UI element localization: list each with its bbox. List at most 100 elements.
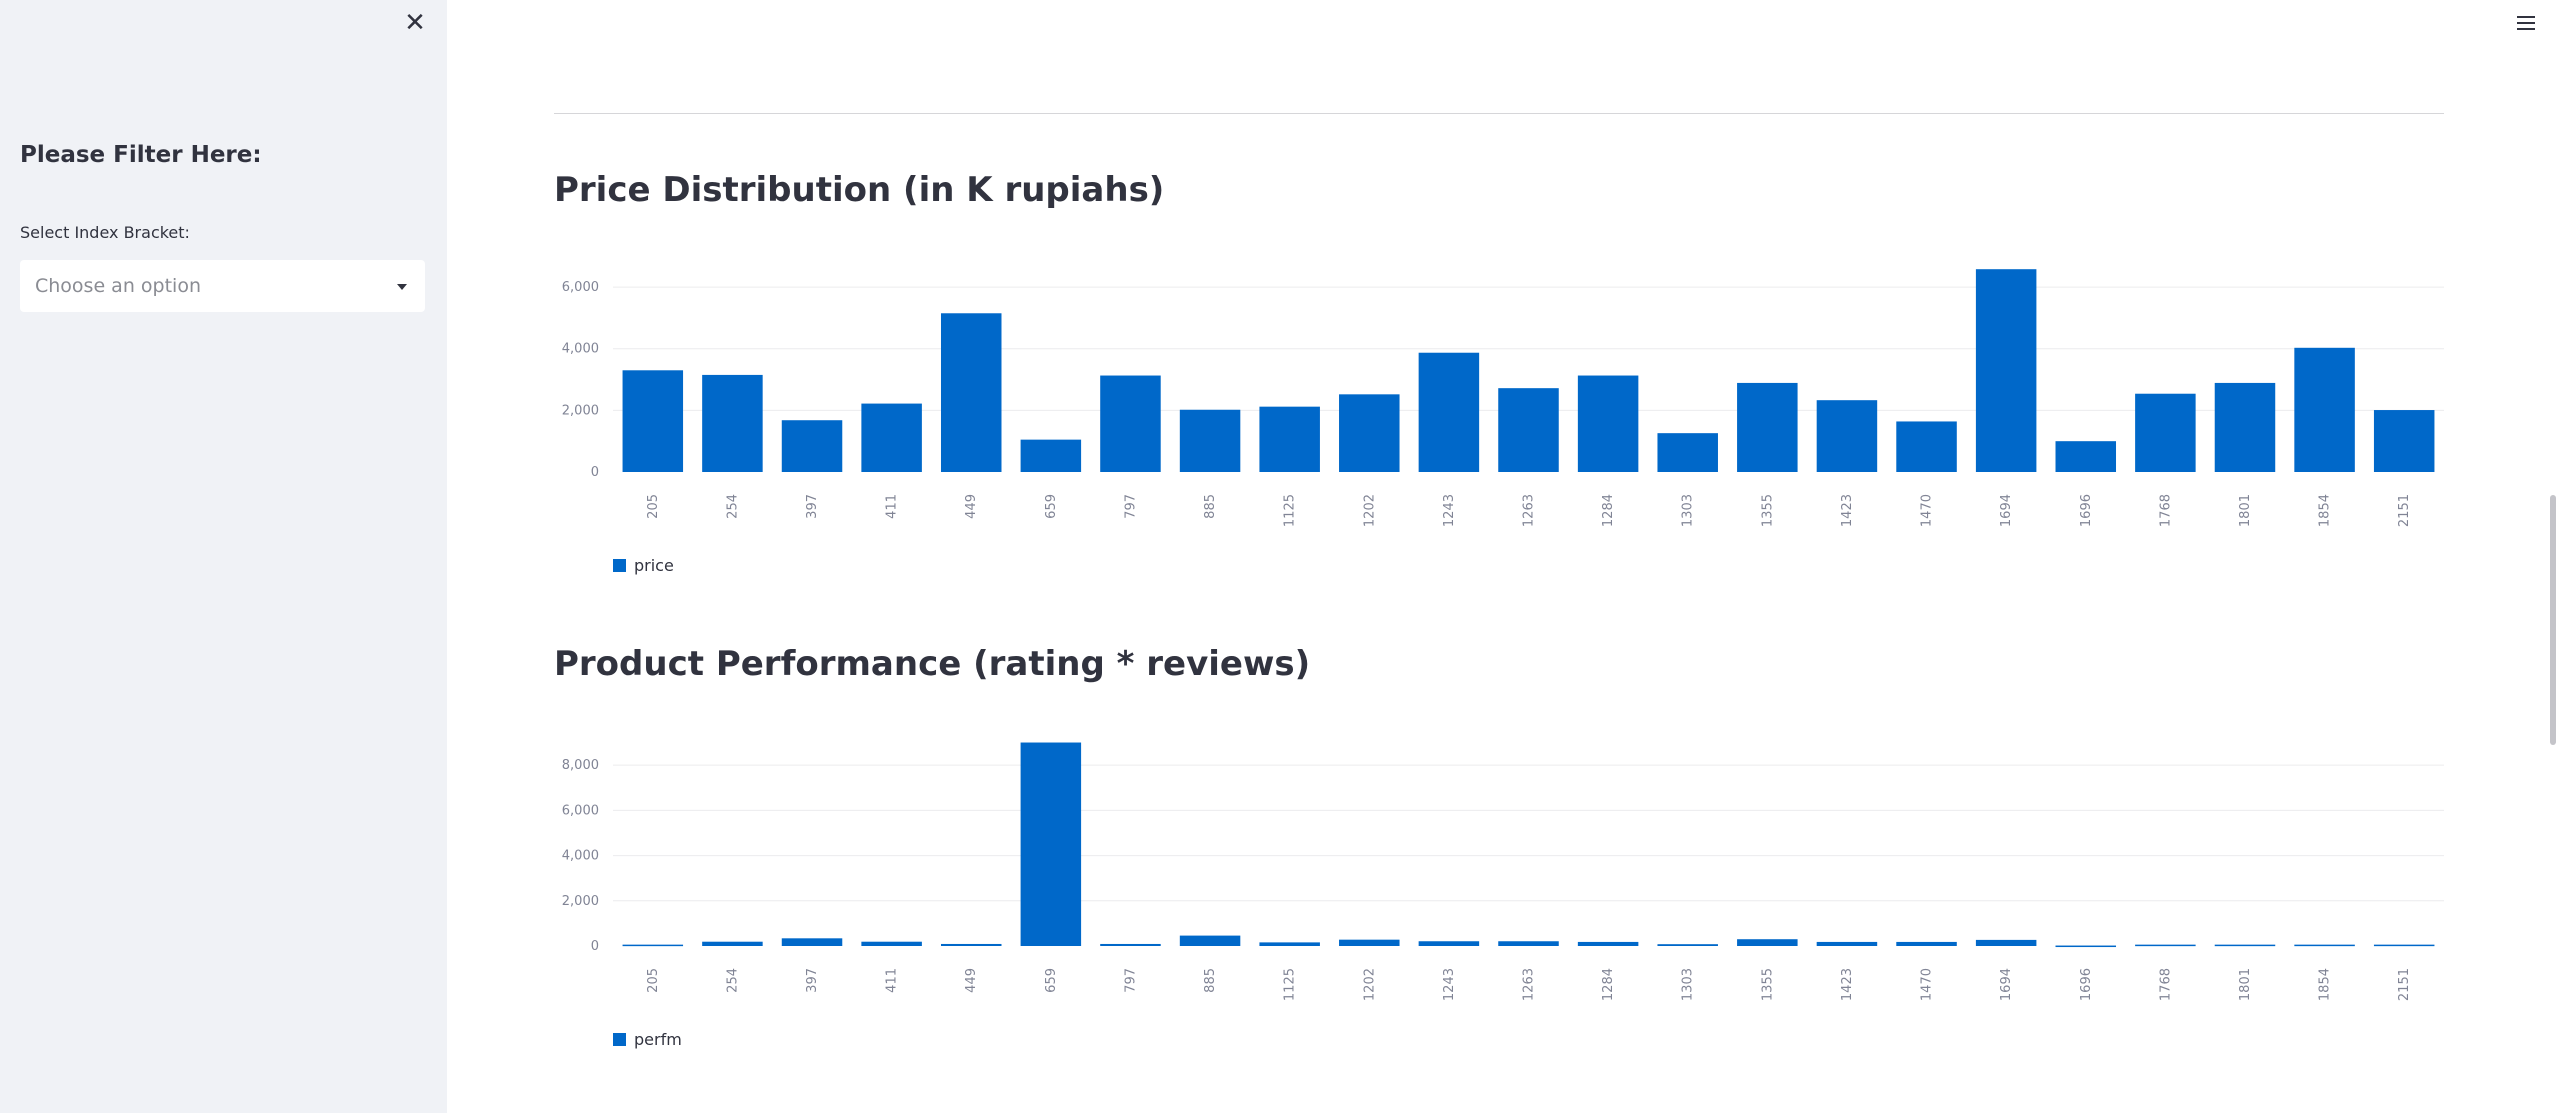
x-tick-label: 1801 — [2238, 494, 2253, 527]
bar — [1577, 941, 1639, 946]
bar — [1975, 269, 2037, 472]
x-tick-label: 411 — [885, 968, 900, 993]
x-tick-label: 1423 — [1840, 968, 1855, 1001]
chevron-down-icon[interactable] — [397, 284, 407, 290]
bar — [2214, 944, 2276, 947]
legend-label: perfm — [634, 1030, 682, 1049]
y-tick-label: 8,000 — [562, 758, 599, 773]
x-tick-label: 397 — [805, 968, 820, 993]
bar — [1498, 941, 1559, 946]
x-tick-label: 1854 — [2318, 968, 2333, 1001]
bar — [702, 374, 763, 472]
bar — [1100, 943, 1161, 946]
bar — [1179, 409, 1241, 472]
x-tick-label: 885 — [1203, 968, 1218, 993]
x-tick-label: 1768 — [2158, 968, 2173, 1001]
bar — [2294, 347, 2355, 472]
x-tick-label: 2151 — [2397, 968, 2412, 1001]
price-chart: 0 2,000 4,000 6,000 205 254 397 411 449 659 797 885… — [562, 269, 2444, 575]
x-tick-label: 205 — [646, 968, 661, 993]
x-tick-label: 254 — [725, 494, 740, 519]
bar — [781, 420, 843, 472]
x-tick-label: 1696 — [2079, 494, 2094, 527]
bar — [2294, 944, 2355, 947]
x-tick-label: 449 — [964, 494, 979, 519]
legend-swatch — [613, 1033, 626, 1046]
bar — [781, 938, 843, 946]
bar — [1896, 941, 1957, 946]
bar — [1737, 382, 1798, 472]
x-tick-label: 411 — [885, 494, 900, 519]
bar — [2373, 410, 2435, 472]
close-icon[interactable]: ✕ — [402, 10, 428, 36]
bar — [2055, 945, 2117, 948]
y-tick-label: 4,000 — [562, 849, 599, 864]
bar — [861, 941, 922, 946]
bar — [1737, 939, 1798, 946]
x-tick-label: 449 — [964, 968, 979, 993]
bar — [622, 944, 684, 947]
x-tick-label: 1284 — [1601, 494, 1616, 527]
x-tick-label: 1303 — [1681, 968, 1696, 1001]
bar — [1418, 352, 1480, 472]
x-tick-label: 1355 — [1760, 968, 1775, 1001]
bar — [1816, 400, 1878, 472]
bar — [1259, 942, 1320, 946]
bar — [1975, 939, 2037, 946]
x-tick-label: 1768 — [2158, 494, 2173, 527]
y-tick-label: 0 — [591, 465, 599, 480]
x-tick-label: 885 — [1203, 494, 1218, 519]
x-tick-label: 254 — [725, 968, 740, 993]
bar — [2373, 944, 2435, 947]
bar — [1657, 944, 1718, 946]
legend-swatch — [613, 559, 626, 572]
legend-label: price — [634, 556, 674, 575]
x-tick-label: 1125 — [1283, 494, 1298, 527]
x-tick-label: 1303 — [1681, 494, 1696, 527]
hamburger-menu-icon[interactable] — [2515, 12, 2537, 34]
x-tick-label: 1202 — [1362, 494, 1377, 527]
x-tick-label: 397 — [805, 494, 820, 519]
scrollbar-thumb[interactable] — [2550, 495, 2556, 745]
sidebar: ✕ Please Filter Here: Select Index Brack… — [0, 0, 447, 1113]
x-tick-label: 1470 — [1920, 494, 1935, 527]
x-tick-label: 659 — [1044, 494, 1059, 519]
bar — [2055, 441, 2117, 472]
bar — [1339, 939, 1400, 946]
bar — [1100, 375, 1161, 472]
bar — [861, 403, 922, 472]
x-tick-label: 797 — [1123, 968, 1138, 993]
performance-chart: 0 2,000 4,000 6,000 8,000 205 254 397 411 449 659 7… — [562, 742, 2444, 1049]
bar — [622, 370, 684, 472]
bar — [702, 941, 763, 946]
y-tick-label: 2,000 — [562, 894, 599, 909]
x-tick-label: 1355 — [1760, 494, 1775, 527]
x-tick-label: 1854 — [2318, 494, 2333, 527]
x-tick-label: 1263 — [1522, 494, 1537, 527]
bar — [1339, 394, 1400, 472]
bar — [1577, 375, 1639, 472]
bar — [2214, 382, 2276, 472]
x-tick-label: 1696 — [2079, 968, 2094, 1001]
bar — [1418, 941, 1480, 946]
select-placeholder: Choose an option — [35, 275, 201, 297]
bar — [2135, 393, 2196, 472]
bar — [1896, 421, 1957, 472]
select-label: Select Index Bracket: — [20, 223, 190, 242]
bar — [1259, 406, 1320, 472]
x-tick-label: 1801 — [2238, 968, 2253, 1001]
x-tick-label: 1423 — [1840, 494, 1855, 527]
y-tick-label: 6,000 — [562, 803, 599, 818]
y-tick-label: 6,000 — [562, 280, 599, 295]
x-tick-label: 1125 — [1283, 968, 1298, 1001]
y-tick-label: 4,000 — [562, 342, 599, 357]
index-bracket-select[interactable]: Choose an option — [20, 260, 425, 312]
chart-title-price: Price Distribution (in K rupiahs) — [554, 170, 1165, 210]
bar — [940, 313, 1002, 472]
bar — [1020, 439, 1082, 472]
filter-heading: Please Filter Here: — [20, 142, 262, 168]
chart-title-performance: Product Performance (rating * reviews) — [554, 644, 1311, 684]
y-tick-label: 0 — [591, 939, 599, 954]
bar — [1179, 935, 1241, 946]
x-tick-label: 659 — [1044, 968, 1059, 993]
